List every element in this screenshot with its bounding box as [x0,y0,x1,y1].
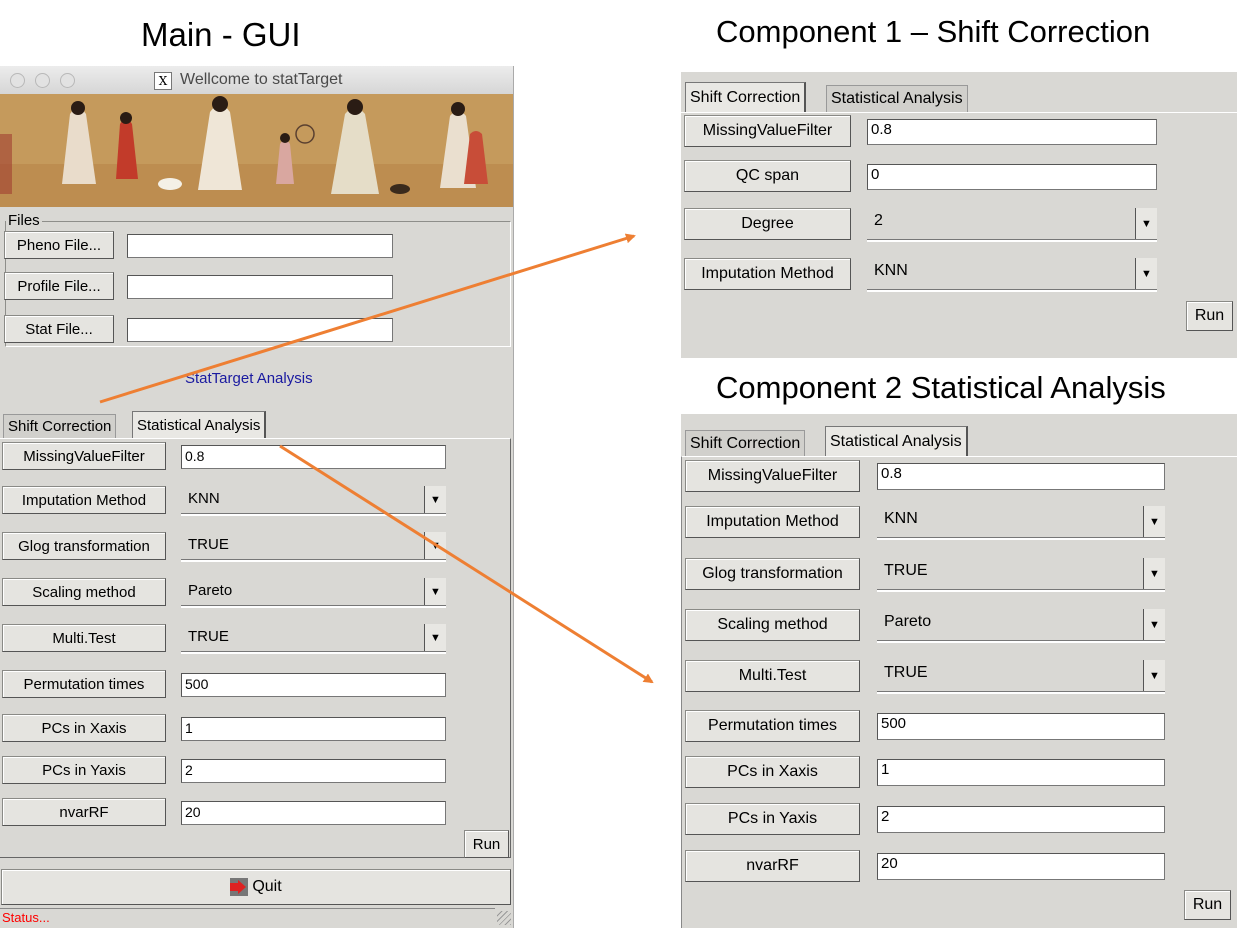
connector-arrows [99,233,654,684]
arrow-to-component1 [99,233,636,404]
arrow-to-component2 [279,444,654,684]
